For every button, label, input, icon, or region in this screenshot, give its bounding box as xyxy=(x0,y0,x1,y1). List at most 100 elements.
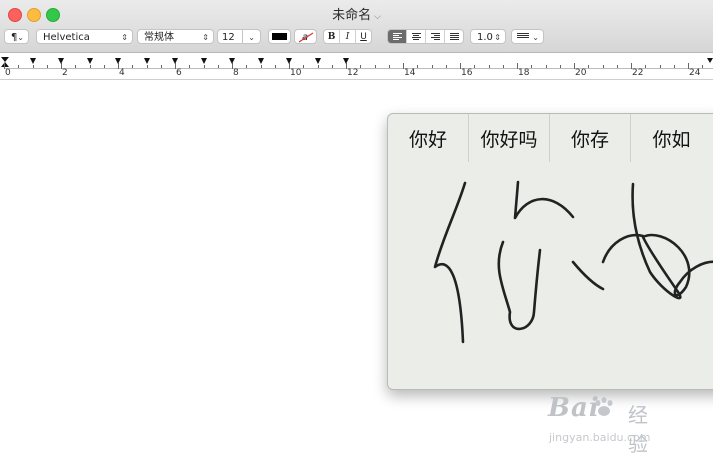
ruler[interactable]: 0 2 4 6 8 10 12 14 16 18 20 22 24 xyxy=(0,53,713,80)
tab-stop-marker[interactable] xyxy=(229,58,235,64)
ruler-tick xyxy=(645,65,646,68)
paragraph-style-menu[interactable]: ¶ ⌄ xyxy=(4,29,29,44)
ruler-tick xyxy=(218,65,219,68)
ruler-number: 8 xyxy=(233,68,239,78)
ruler-number: 2 xyxy=(62,68,68,78)
line-spacing-popup[interactable]: 1.0 ⇕ xyxy=(470,29,506,44)
candidate-item[interactable]: 你存 xyxy=(550,114,631,162)
ink-stroke xyxy=(513,180,575,220)
ink-stroke xyxy=(631,182,713,300)
highlight-color-well[interactable]: a xyxy=(294,29,317,44)
ruler-tick xyxy=(75,65,76,68)
ruler-number: 4 xyxy=(119,68,125,78)
ruler-tick xyxy=(161,65,162,68)
ruler-tick xyxy=(33,65,34,68)
ruler-number: 0 xyxy=(5,68,11,78)
justify-icon xyxy=(449,33,459,40)
handwriting-canvas[interactable] xyxy=(388,162,713,389)
watermark-brand-cn: 经验 xyxy=(628,403,648,456)
ruler-number: 22 xyxy=(632,68,644,78)
font-size-combo[interactable]: 12 ⌄ xyxy=(217,29,261,44)
list-style-popup[interactable]: ⌄ xyxy=(511,29,544,44)
ruler-baseline xyxy=(4,68,713,69)
tab-stop-marker[interactable] xyxy=(87,58,93,64)
ruler-tick xyxy=(603,65,604,68)
tab-stop-marker[interactable] xyxy=(30,58,36,64)
left-indent-marker[interactable] xyxy=(1,62,9,67)
ruler-tick xyxy=(375,65,376,68)
candidate-item[interactable]: 你好 xyxy=(388,114,469,162)
justify-button[interactable] xyxy=(445,30,463,43)
align-center-icon xyxy=(411,33,421,40)
candidate-item[interactable]: 你好吗 xyxy=(469,114,550,162)
updown-arrows-icon: ⇕ xyxy=(121,33,128,42)
updown-arrows-icon: ⇕ xyxy=(202,33,209,42)
text-color-well[interactable] xyxy=(268,29,291,44)
ruler-tick xyxy=(147,65,148,68)
italic-button[interactable]: I xyxy=(340,30,356,43)
ruler-number: 16 xyxy=(461,68,473,78)
ruler-tick xyxy=(275,65,276,68)
ruler-tick xyxy=(332,65,333,68)
alignment-buttons xyxy=(387,29,464,44)
align-left-button[interactable] xyxy=(388,30,407,43)
ruler-number: 20 xyxy=(575,68,587,78)
ruler-tick xyxy=(503,65,504,68)
typeface-value: 常规体 xyxy=(144,32,174,43)
tab-stop-marker[interactable] xyxy=(115,58,121,64)
paw-icon xyxy=(595,397,613,416)
updown-arrows-icon: ⇕ xyxy=(494,33,501,42)
ruler-tick xyxy=(18,65,19,68)
strike-slash-icon xyxy=(298,32,314,43)
ruler-tick xyxy=(474,65,475,68)
ruler-tick xyxy=(660,65,661,68)
ruler-tick xyxy=(432,65,433,68)
ruler-tick xyxy=(389,65,390,68)
watermark: Bai 经验 jingyan.baidu.com xyxy=(548,393,651,456)
tab-stop-marker[interactable] xyxy=(343,58,349,64)
font-size-value: 12 xyxy=(222,32,235,43)
ruler-tick xyxy=(104,65,105,68)
ruler-number: 18 xyxy=(518,68,530,78)
tab-stop-marker[interactable] xyxy=(144,58,150,64)
candidate-item[interactable]: 你如 xyxy=(631,114,712,162)
font-family-value: Helvetica xyxy=(43,32,90,43)
tab-stop-marker[interactable] xyxy=(315,58,321,64)
ruler-tick xyxy=(588,65,589,68)
window-title[interactable]: 未命名 ⌵ xyxy=(0,4,713,23)
align-center-button[interactable] xyxy=(407,30,426,43)
underline-button[interactable]: U xyxy=(356,30,371,43)
window-title-text: 未命名 xyxy=(332,8,372,23)
ruler-tick xyxy=(702,65,703,68)
ink-stroke xyxy=(571,260,605,291)
tab-stop-marker[interactable] xyxy=(172,58,178,64)
ruler-tick xyxy=(47,65,48,68)
style-buttons: B I U xyxy=(323,29,372,44)
ruler-number: 10 xyxy=(290,68,302,78)
tab-stop-marker[interactable] xyxy=(201,58,207,64)
bold-button[interactable]: B xyxy=(324,30,340,43)
tab-stop-marker[interactable] xyxy=(258,58,264,64)
ruler-tick xyxy=(417,65,418,68)
candidate-bar: 你好 你好吗 你存 你如 xyxy=(388,114,713,162)
ruler-tick xyxy=(560,65,561,68)
align-left-icon xyxy=(392,33,402,40)
ruler-tick xyxy=(204,65,205,68)
handwriting-input-panel: 你好 你好吗 你存 你如 xyxy=(387,113,713,390)
color-swatch xyxy=(272,33,287,40)
font-family-popup[interactable]: Helvetica ⇕ xyxy=(36,29,133,44)
ruler-tick xyxy=(132,65,133,68)
tab-stop-marker[interactable] xyxy=(286,58,292,64)
chevron-down-icon: ⌄ xyxy=(532,33,539,42)
ink-stroke xyxy=(497,240,542,331)
align-right-button[interactable] xyxy=(426,30,445,43)
ruler-number: 24 xyxy=(689,68,701,78)
ruler-tick xyxy=(189,65,190,68)
right-margin-marker[interactable] xyxy=(707,58,713,63)
tab-stop-marker[interactable] xyxy=(58,58,64,64)
ruler-tick xyxy=(489,65,490,68)
ruler-tick xyxy=(261,65,262,68)
typeface-popup[interactable]: 常规体 ⇕ xyxy=(137,29,214,44)
ruler-tick xyxy=(318,65,319,68)
ruler-tick xyxy=(246,65,247,68)
